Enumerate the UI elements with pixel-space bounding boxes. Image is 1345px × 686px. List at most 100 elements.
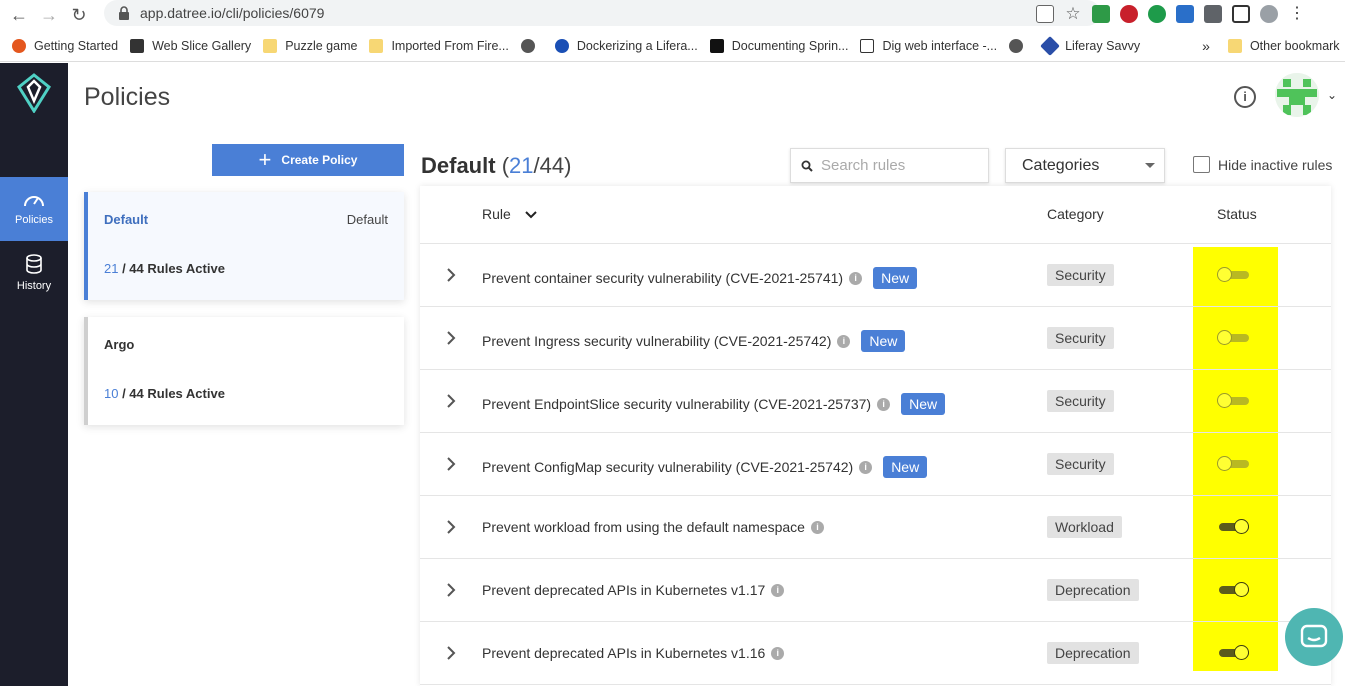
liferay-savvy-icon xyxy=(1040,35,1061,56)
reload-icon[interactable]: ↻ xyxy=(68,4,90,26)
folder-icon xyxy=(263,38,278,53)
user-identicon-icon xyxy=(1275,73,1319,117)
info-icon[interactable]: i xyxy=(1234,86,1256,108)
category-badge: Security xyxy=(1047,327,1114,349)
chevron-down-icon[interactable]: ⌄ xyxy=(1327,88,1337,102)
policy-card-default[interactable]: Default Default 21 / 44 Rules Active xyxy=(84,192,404,300)
chevron-right-icon[interactable] xyxy=(446,519,456,535)
rule-name: Prevent deprecated APIs in Kubernetes v1… xyxy=(482,582,785,598)
status-toggle[interactable] xyxy=(1217,581,1251,599)
bookmark-label: Documenting Sprin... xyxy=(731,38,849,53)
rules-table: Rule Category Status Prevent container s… xyxy=(420,186,1331,686)
bookmark-documenting[interactable]: Documenting Sprin... xyxy=(709,38,849,53)
search-rules-field[interactable] xyxy=(790,148,989,183)
info-icon[interactable]: i xyxy=(837,334,851,348)
info-icon[interactable]: i xyxy=(877,397,891,411)
address-bar[interactable]: app.datree.io/cli/policies/6079 xyxy=(104,0,1100,26)
category-badge: Security xyxy=(1047,390,1114,412)
extension-green-icon[interactable] xyxy=(1092,5,1110,23)
status-toggle[interactable] xyxy=(1217,329,1251,347)
status-toggle[interactable] xyxy=(1217,518,1251,536)
bookmark-web-slice-gallery[interactable]: Web Slice Gallery xyxy=(130,38,251,53)
create-policy-button[interactable]: + Create Policy xyxy=(212,144,404,176)
menu-icon[interactable]: ⋮ xyxy=(1288,5,1306,23)
categories-select[interactable]: Categories xyxy=(1005,148,1165,183)
status-toggle[interactable] xyxy=(1217,392,1251,410)
bookmark-globe-2[interactable] xyxy=(1009,38,1031,53)
table-row[interactable]: Prevent ConfigMap security vulnerability… xyxy=(420,433,1331,496)
info-icon[interactable]: i xyxy=(810,520,824,534)
category-badge: Security xyxy=(1047,453,1114,475)
chevron-right-icon[interactable] xyxy=(446,582,456,598)
bookmark-dockerizing[interactable]: Dockerizing a Lifera... xyxy=(554,38,698,53)
status-toggle[interactable] xyxy=(1217,644,1251,662)
search-icon xyxy=(801,160,813,172)
category-badge: Deprecation xyxy=(1047,642,1139,664)
policy-card-argo[interactable]: Argo 10 / 44 Rules Active xyxy=(84,317,404,425)
extension-d-icon[interactable] xyxy=(1148,5,1166,23)
extension-blue-icon[interactable] xyxy=(1176,5,1194,23)
table-row[interactable]: Prevent EndpointSlice security vulnerabi… xyxy=(420,370,1331,433)
new-badge: New xyxy=(883,456,928,478)
datree-logo-icon[interactable] xyxy=(16,73,52,113)
bookmark-globe-1[interactable] xyxy=(520,38,543,53)
table-row[interactable]: Prevent deprecated APIs in Kubernetes v1… xyxy=(420,559,1331,622)
info-icon[interactable]: i xyxy=(849,271,863,285)
bookmark-label: Getting Started xyxy=(34,38,119,53)
status-toggle[interactable] xyxy=(1217,266,1251,284)
create-policy-label: Create Policy xyxy=(281,153,358,167)
info-icon[interactable]: i xyxy=(859,460,873,474)
bookmark-dig[interactable]: Dig web interface -... xyxy=(860,38,997,53)
more-bookmarks-button[interactable]: » xyxy=(1202,38,1210,54)
bookmark-imported[interactable]: Imported From Fire... xyxy=(369,38,509,53)
caret-down-icon xyxy=(1145,163,1155,168)
info-icon[interactable]: i xyxy=(771,646,785,660)
new-badge: New xyxy=(861,330,906,352)
table-row[interactable]: Prevent deprecated APIs in Kubernetes v1… xyxy=(420,622,1331,685)
chevron-right-icon[interactable] xyxy=(446,645,456,661)
table-row[interactable]: Prevent workload from using the default … xyxy=(420,496,1331,559)
folder-icon xyxy=(369,38,384,53)
bookmark-label: Liferay Savvy xyxy=(1065,38,1141,53)
column-header-category: Category xyxy=(1047,206,1104,222)
policy-title-total: /44 xyxy=(533,153,565,178)
table-row[interactable]: Prevent container security vulnerability… xyxy=(420,244,1331,307)
chat-icon xyxy=(1300,624,1328,648)
policy-active-count: 21 xyxy=(104,261,119,276)
sidenav-item-history[interactable]: History xyxy=(0,241,68,305)
status-toggle[interactable] xyxy=(1217,455,1251,473)
info-icon[interactable]: i xyxy=(771,583,785,597)
sidebar-icon[interactable] xyxy=(1232,5,1250,23)
profile-icon[interactable] xyxy=(1260,5,1278,23)
puzzle-icon[interactable] xyxy=(1204,5,1222,23)
dig-icon xyxy=(860,38,875,53)
extension-abp-icon[interactable] xyxy=(1120,5,1138,23)
share-icon[interactable] xyxy=(1036,5,1054,23)
policy-total-text: / 44 Rules Active xyxy=(118,261,225,276)
table-row[interactable]: Prevent Ingress security vulnerability (… xyxy=(420,307,1331,370)
search-input[interactable] xyxy=(821,157,981,174)
rule-name: Prevent container security vulnerability… xyxy=(482,267,918,289)
chevron-right-icon[interactable] xyxy=(446,330,456,346)
sidenav-item-policies[interactable]: Policies xyxy=(0,177,68,241)
rule-name: Prevent workload from using the default … xyxy=(482,519,824,535)
lock-icon xyxy=(119,6,129,20)
avatar[interactable] xyxy=(1275,73,1319,117)
back-icon[interactable]: ← xyxy=(8,4,30,26)
side-navigation: Policies History xyxy=(0,63,68,686)
chevron-right-icon[interactable] xyxy=(446,393,456,409)
column-header-rule[interactable]: Rule xyxy=(482,206,537,222)
bookmark-liferay-savvy[interactable]: Liferay Savvy xyxy=(1040,35,1141,56)
bookmark-other[interactable]: Other bookmark xyxy=(1227,38,1340,53)
chat-launcher-button[interactable] xyxy=(1285,608,1343,666)
hide-inactive-checkbox[interactable] xyxy=(1193,156,1210,173)
bookmark-puzzle-game[interactable]: Puzzle game xyxy=(263,38,357,53)
forward-icon[interactable]: → xyxy=(38,4,60,26)
chevron-right-icon[interactable] xyxy=(446,456,456,472)
hide-inactive-toggle[interactable]: Hide inactive rules xyxy=(1193,156,1332,173)
star-icon[interactable]: ☆ xyxy=(1064,5,1082,23)
bookmark-getting-started[interactable]: Getting Started xyxy=(12,38,119,53)
chevron-right-icon[interactable] xyxy=(446,267,456,283)
rule-name-text: Prevent deprecated APIs in Kubernetes v1… xyxy=(482,582,766,598)
rule-name: Prevent ConfigMap security vulnerability… xyxy=(482,456,928,478)
